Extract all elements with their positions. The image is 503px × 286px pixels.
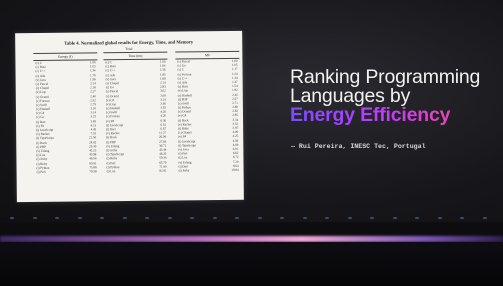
stage-light bbox=[302, 217, 307, 219]
table-row: (i) Perl 79.58 bbox=[35, 169, 99, 174]
stage-light bbox=[235, 217, 239, 219]
stage-light bbox=[370, 217, 374, 219]
stage-light bbox=[122, 217, 127, 219]
energy-table: Energy (J) (c) C 1.00 (c) Rust 1.03 (c) C++ 1.… bbox=[33, 52, 99, 175]
stage-light bbox=[100, 217, 104, 219]
stage-light bbox=[190, 217, 194, 219]
stage-light bbox=[77, 217, 82, 219]
memory-table: Mb (c) Pascal 1.00 (c) Go 1.05 (c) C 1.17 (c) F… bbox=[175, 50, 241, 173]
value-cell: 79.58 bbox=[89, 169, 97, 174]
language-cell: (i) Lua bbox=[106, 169, 116, 174]
stage-light bbox=[10, 217, 14, 219]
stage-light bbox=[415, 217, 419, 219]
stage-light bbox=[55, 217, 59, 219]
stage-lights-row bbox=[0, 212, 503, 224]
slide-headline: Ranking Programming Languages by Energy … bbox=[290, 67, 500, 125]
stage-light bbox=[167, 217, 172, 219]
language-cell: (i) Jruby bbox=[178, 168, 190, 173]
stage-light bbox=[347, 217, 352, 219]
stage-light bbox=[325, 217, 329, 219]
stage-light bbox=[32, 217, 37, 219]
headline-highlight: Energy Efficiency bbox=[290, 105, 500, 125]
value-cell: 82.91 bbox=[159, 168, 167, 173]
presentation-screen: Table 4. Normalized global results for E… bbox=[0, 0, 503, 222]
table-row: (i) Jruby 19.84 bbox=[177, 168, 241, 173]
stage-light bbox=[437, 217, 442, 219]
research-paper-figure: Table 4. Normalized global results for E… bbox=[15, 30, 244, 203]
stage-light bbox=[460, 217, 464, 219]
language-cell: (i) Perl bbox=[36, 169, 46, 174]
table-row: (i) Lua 82.91 bbox=[105, 168, 169, 173]
stage-light bbox=[257, 217, 262, 219]
stage-light bbox=[482, 217, 487, 219]
conference-stage: Table 4. Normalized global results for E… bbox=[0, 0, 503, 286]
value-cell: 19.84 bbox=[231, 167, 239, 172]
paper-table-title: Table 4. Normalized global results for E… bbox=[64, 39, 194, 46]
stage-light bbox=[212, 217, 217, 219]
stage-light bbox=[280, 217, 284, 219]
stage-light bbox=[145, 217, 149, 219]
speaker-byline: — Rui Pereira, INESC Tec, Portugal bbox=[291, 143, 426, 150]
time-table: Time (ms) (c) C 1.00 (c) Rust 1.04 (c) C++ 1.5… bbox=[103, 51, 169, 174]
stage-light bbox=[392, 217, 397, 219]
stage-floor bbox=[0, 242, 503, 286]
